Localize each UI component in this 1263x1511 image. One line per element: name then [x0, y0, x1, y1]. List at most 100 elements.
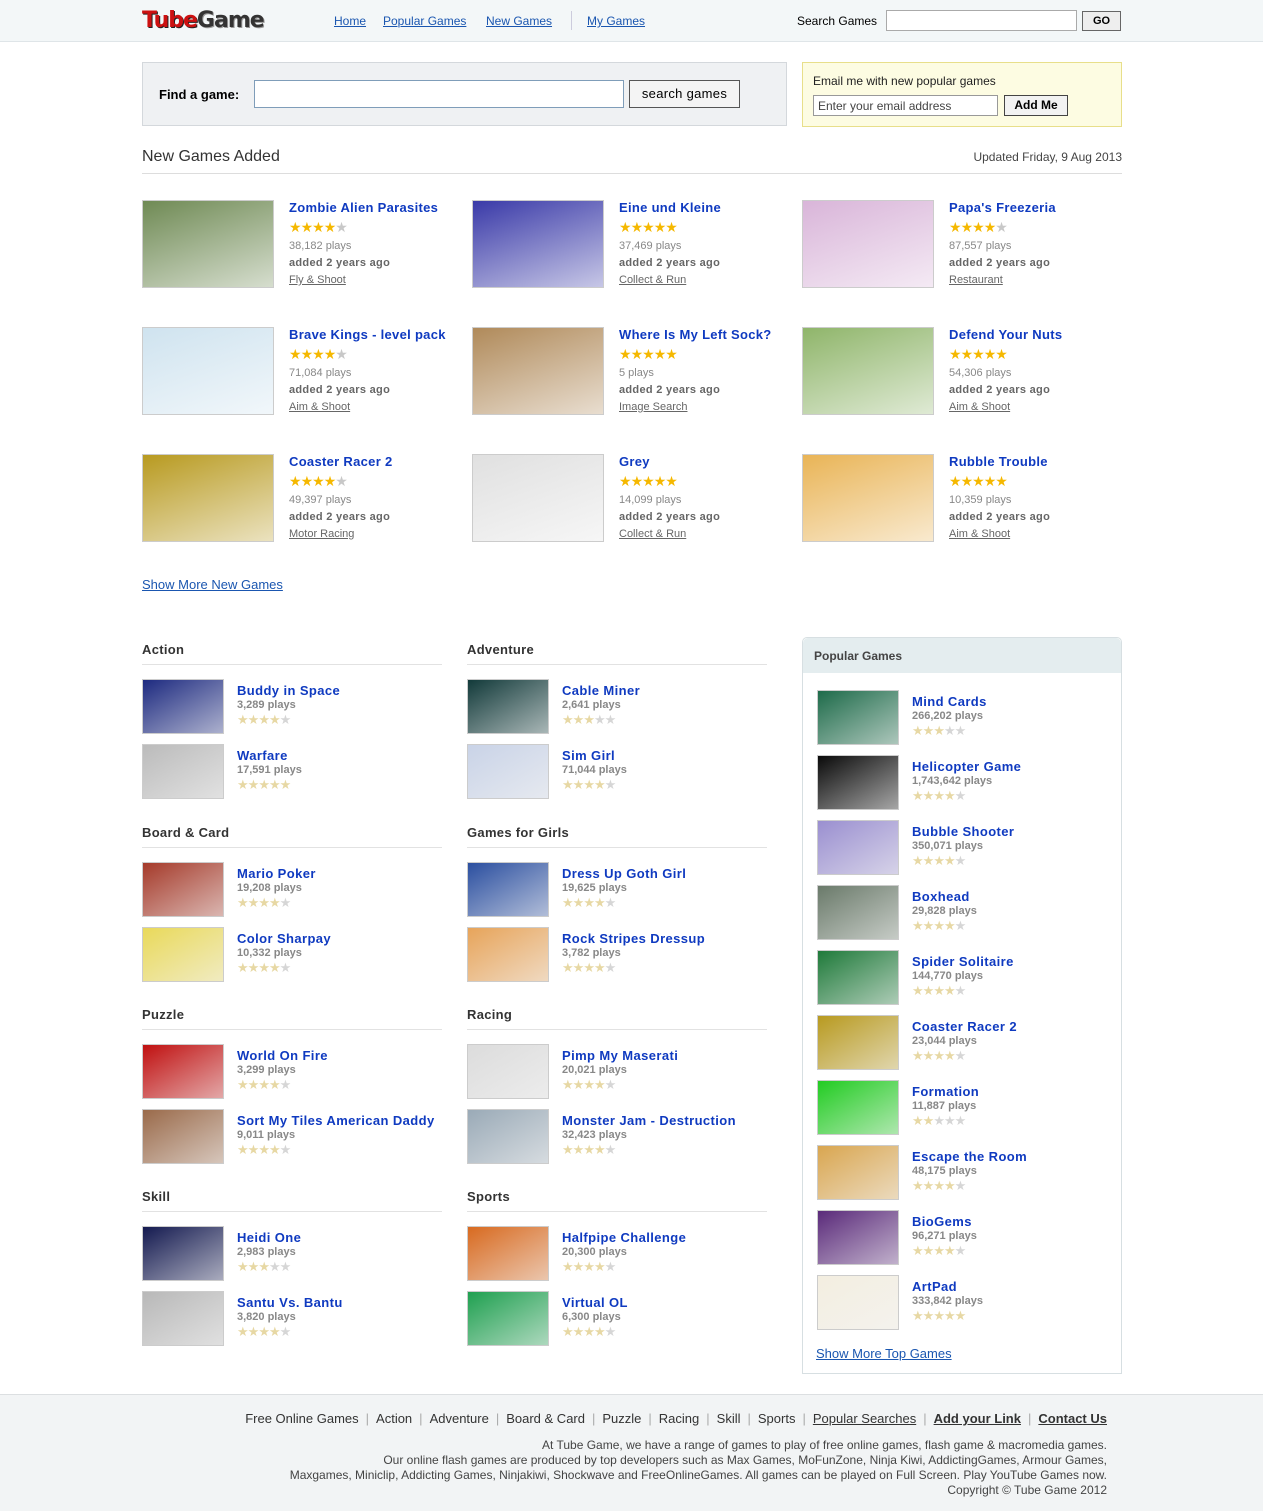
game-title-link[interactable]: Mario Poker	[237, 866, 316, 881]
game-title-link[interactable]: Escape the Room	[912, 1149, 1027, 1164]
game-title-link[interactable]: World On Fire	[237, 1048, 328, 1063]
game-title-link[interactable]: Formation	[912, 1084, 979, 1099]
nav-new-games-link[interactable]: New Games	[486, 14, 552, 28]
game-title-link[interactable]: ArtPad	[912, 1279, 957, 1294]
category-link[interactable]: Aim & Shoot	[949, 401, 1010, 413]
nav-home-link[interactable]: Home	[334, 14, 366, 28]
game-thumbnail[interactable]	[817, 755, 899, 810]
show-more-top-games-link[interactable]: Show More Top Games	[816, 1346, 952, 1361]
game-thumbnail[interactable]	[142, 200, 274, 288]
category-link[interactable]: Collect & Run	[619, 528, 686, 540]
game-title-link[interactable]: Cable Miner	[562, 683, 640, 698]
footer-link[interactable]: Skill	[717, 1411, 741, 1426]
game-thumbnail[interactable]	[467, 744, 549, 799]
game-title-link[interactable]: Dress Up Goth Girl	[562, 866, 686, 881]
footer-link[interactable]: Puzzle	[602, 1411, 641, 1426]
game-thumbnail[interactable]	[817, 1015, 899, 1070]
game-thumbnail[interactable]	[142, 862, 224, 917]
game-thumbnail[interactable]	[142, 1291, 224, 1346]
game-title-link[interactable]: Halfpipe Challenge	[562, 1230, 686, 1245]
game-thumbnail[interactable]	[472, 327, 604, 415]
game-thumbnail[interactable]	[817, 1080, 899, 1135]
game-thumbnail[interactable]	[467, 679, 549, 734]
find-game-input[interactable]	[254, 80, 624, 108]
game-thumbnail[interactable]	[142, 927, 224, 982]
category-link[interactable]: Collect & Run	[619, 274, 686, 286]
game-thumbnail[interactable]	[472, 454, 604, 542]
game-thumbnail[interactable]	[802, 454, 934, 542]
game-title-link[interactable]: Grey	[619, 454, 650, 469]
game-title-link[interactable]: Heidi One	[237, 1230, 301, 1245]
game-title-link[interactable]: Mind Cards	[912, 694, 987, 709]
game-title-link[interactable]: BioGems	[912, 1214, 972, 1229]
game-title-link[interactable]: Brave Kings - level pack	[289, 327, 446, 342]
game-thumbnail[interactable]	[817, 1145, 899, 1200]
game-thumbnail[interactable]	[142, 679, 224, 734]
footer-link[interactable]: Adventure	[430, 1411, 489, 1426]
game-title-link[interactable]: Coaster Racer 2	[912, 1019, 1017, 1034]
game-thumbnail[interactable]	[467, 1044, 549, 1099]
game-title-link[interactable]: Pimp My Maserati	[562, 1048, 678, 1063]
category-link[interactable]: Aim & Shoot	[289, 401, 350, 413]
header-search-go-button[interactable]: GO	[1082, 11, 1121, 31]
search-games-button[interactable]: search games	[629, 80, 740, 108]
footer-link[interactable]: Action	[376, 1411, 412, 1426]
game-thumbnail[interactable]	[817, 1210, 899, 1265]
show-more-new-games-link[interactable]: Show More New Games	[142, 577, 283, 592]
game-thumbnail[interactable]	[142, 1109, 224, 1164]
game-thumbnail[interactable]	[467, 1226, 549, 1281]
game-thumbnail[interactable]	[802, 327, 934, 415]
footer-link[interactable]: Contact Us	[1038, 1411, 1107, 1426]
game-title-link[interactable]: Defend Your Nuts	[949, 327, 1062, 342]
game-thumbnail[interactable]	[817, 885, 899, 940]
game-thumbnail[interactable]	[467, 1291, 549, 1346]
nav-my-games-link[interactable]: My Games	[587, 14, 645, 28]
game-thumbnail[interactable]	[817, 1275, 899, 1330]
game-title-link[interactable]: Bubble Shooter	[912, 824, 1014, 839]
site-logo[interactable]: TubeGame	[142, 8, 265, 34]
game-thumbnail[interactable]	[802, 200, 934, 288]
category-link[interactable]: Fly & Shoot	[289, 274, 346, 286]
email-field[interactable]: Enter your email address	[813, 95, 998, 116]
game-thumbnail[interactable]	[142, 1226, 224, 1281]
game-thumbnail[interactable]	[467, 1109, 549, 1164]
game-thumbnail[interactable]	[817, 690, 899, 745]
category-link[interactable]: Restaurant	[949, 274, 1003, 286]
footer-link[interactable]: Racing	[659, 1411, 699, 1426]
game-title-link[interactable]: Papa's Freezeria	[949, 200, 1056, 215]
footer-link[interactable]: Sports	[758, 1411, 796, 1426]
game-title-link[interactable]: Helicopter Game	[912, 759, 1021, 774]
category-link[interactable]: Image Search	[619, 401, 687, 413]
game-thumbnail[interactable]	[472, 200, 604, 288]
footer-link[interactable]: Board & Card	[506, 1411, 585, 1426]
game-thumbnail[interactable]	[142, 327, 274, 415]
category-link[interactable]: Motor Racing	[289, 528, 354, 540]
game-title-link[interactable]: Boxhead	[912, 889, 970, 904]
game-title-link[interactable]: Monster Jam - Destruction	[562, 1113, 736, 1128]
nav-popular-games-link[interactable]: Popular Games	[383, 14, 466, 28]
category-link[interactable]: Aim & Shoot	[949, 528, 1010, 540]
game-thumbnail[interactable]	[817, 820, 899, 875]
game-title-link[interactable]: Sim Girl	[562, 748, 615, 763]
game-title-link[interactable]: Santu Vs. Bantu	[237, 1295, 343, 1310]
game-thumbnail[interactable]	[142, 454, 274, 542]
game-thumbnail[interactable]	[142, 744, 224, 799]
footer-link[interactable]: Popular Searches	[813, 1411, 916, 1426]
game-title-link[interactable]: Eine und Kleine	[619, 200, 721, 215]
game-thumbnail[interactable]	[142, 1044, 224, 1099]
game-title-link[interactable]: Zombie Alien Parasites	[289, 200, 438, 215]
game-title-link[interactable]: Rock Stripes Dressup	[562, 931, 705, 946]
game-title-link[interactable]: Rubble Trouble	[949, 454, 1048, 469]
game-title-link[interactable]: Warfare	[237, 748, 288, 763]
header-search-input[interactable]	[886, 10, 1077, 31]
game-thumbnail[interactable]	[817, 950, 899, 1005]
game-title-link[interactable]: Sort My Tiles American Daddy	[237, 1113, 435, 1128]
game-title-link[interactable]: Coaster Racer 2	[289, 454, 393, 469]
add-me-button[interactable]: Add Me	[1004, 95, 1068, 116]
game-title-link[interactable]: Color Sharpay	[237, 931, 331, 946]
game-title-link[interactable]: Virtual OL	[562, 1295, 628, 1310]
game-title-link[interactable]: Buddy in Space	[237, 683, 340, 698]
game-thumbnail[interactable]	[467, 927, 549, 982]
game-title-link[interactable]: Where Is My Left Sock?	[619, 327, 772, 342]
game-thumbnail[interactable]	[467, 862, 549, 917]
